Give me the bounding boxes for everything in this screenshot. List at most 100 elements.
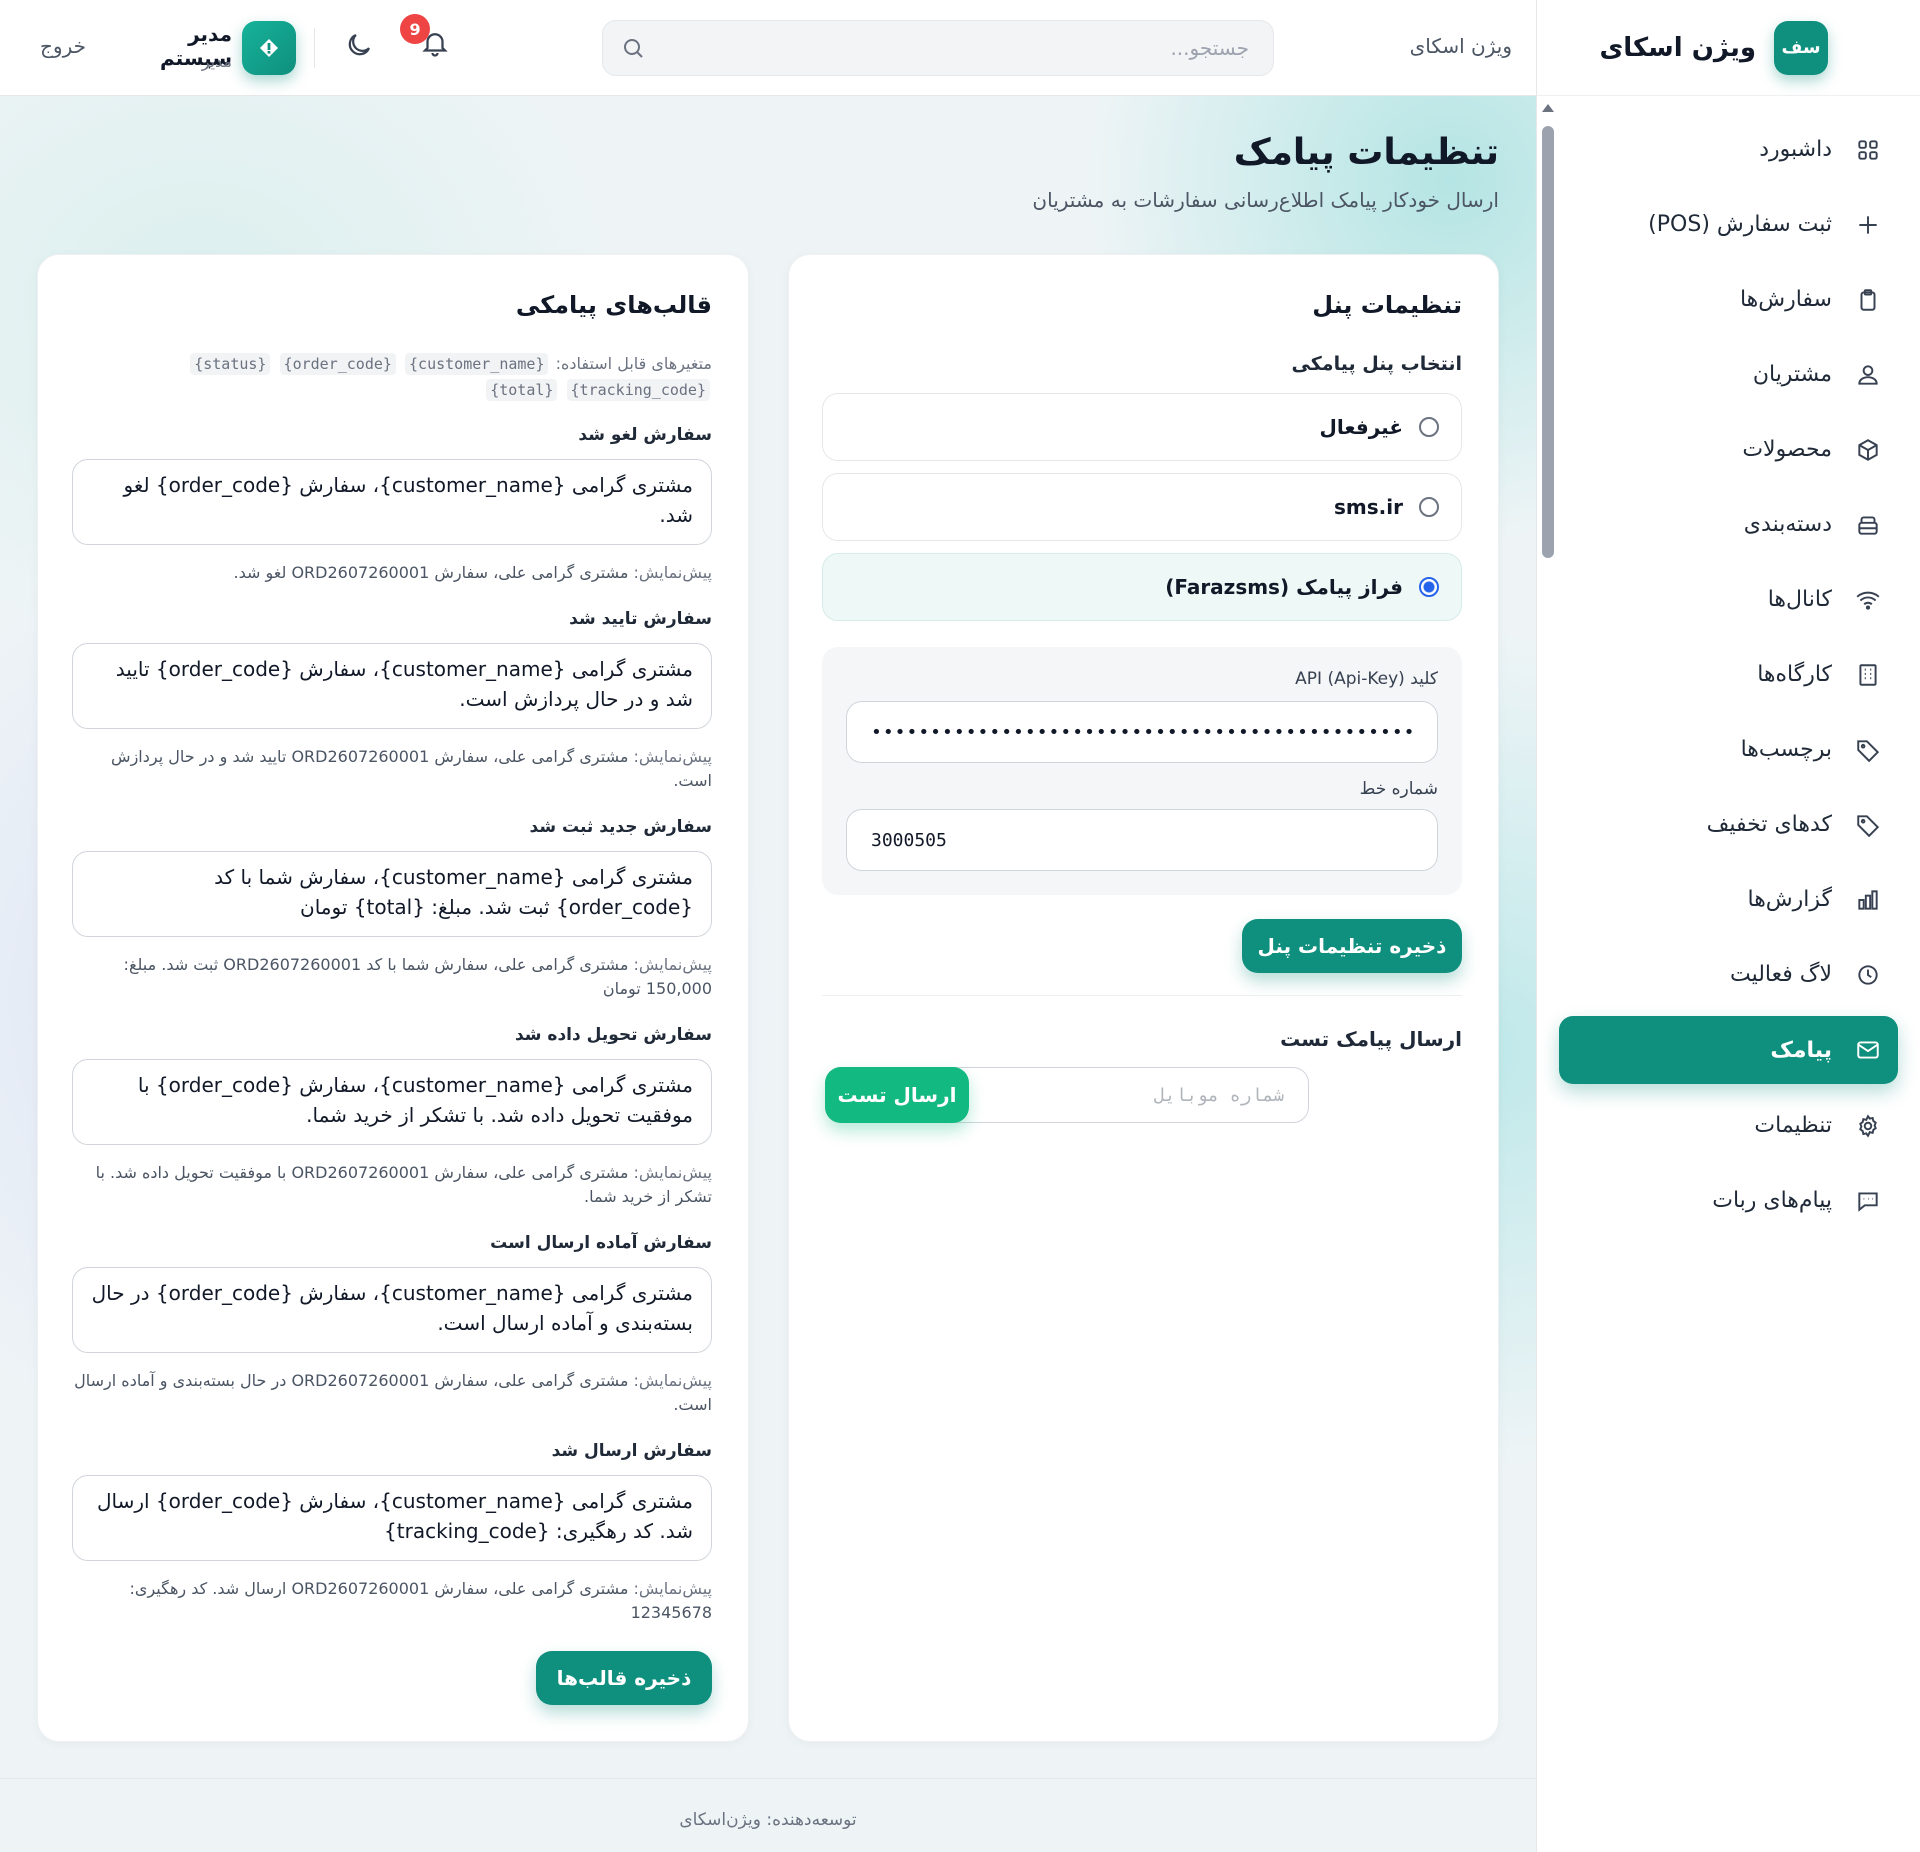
variable-chip: {tracking_code} — [566, 379, 710, 401]
template-textarea[interactable]: مشتری گرامی {customer_name}، سفارش {orde… — [72, 459, 712, 545]
sidebar-item-customers[interactable]: مشتریان — [1537, 337, 1920, 412]
brand[interactable]: سف ویژن اسکای — [1537, 0, 1920, 96]
sidebar-item-bot-messages[interactable]: پیام‌های ربات — [1537, 1163, 1920, 1238]
template-label: سفارش لغو شد — [578, 425, 712, 445]
page-title: تنظیمات پیامک — [1233, 132, 1499, 173]
sidebar-item-workshops[interactable]: کارگاه‌ها — [1537, 637, 1920, 712]
template-label: سفارش آماده ارسال است — [490, 1233, 712, 1253]
variable-chip: {order_code} — [279, 353, 396, 375]
radio-label: غیرفعال — [1319, 415, 1403, 439]
sidebar-item-categories[interactable]: دسته‌بندی — [1537, 487, 1920, 562]
resize-grip-icon[interactable] — [77, 1130, 89, 1142]
sidebar-item-labels[interactable]: برچسب‌ها — [1537, 712, 1920, 787]
logout-link[interactable]: خروج — [40, 34, 86, 58]
template-preview: پیش‌نمایش: مشتری گرامی علی، سفارش ORD260… — [72, 561, 712, 585]
brand-logo: سف — [1774, 20, 1828, 75]
moon-icon[interactable] — [342, 30, 374, 62]
tag-icon — [1854, 811, 1882, 839]
preview-text: مشتری گرامی علی، سفارش ORD2607260001 ارس… — [129, 1579, 712, 1622]
variables-hint: متغیرهای قابل استفاده: {customer_name} {… — [112, 351, 712, 403]
sidebar-item-products[interactable]: محصولات — [1537, 412, 1920, 487]
clock-icon — [1854, 961, 1882, 989]
footer-text: توسعه‌دهنده: ویژن‌اسکای — [679, 1810, 857, 1830]
preview-text: مشتری گرامی علی، سفارش ORD2607260001 تای… — [111, 747, 712, 790]
plus-icon — [1854, 211, 1882, 239]
radio-option-smsir[interactable]: sms.ir — [822, 473, 1462, 541]
notification-badge: 9 — [400, 14, 430, 44]
api-key-input[interactable] — [846, 701, 1438, 763]
save-templates-button[interactable]: ذخیره قالب‌ها — [536, 1651, 712, 1705]
resize-grip-icon[interactable] — [77, 1338, 89, 1350]
panel-settings-title: تنظیمات پنل — [1312, 291, 1462, 319]
sidebar-item-label: برچسب‌ها — [1740, 737, 1832, 762]
radio-button[interactable] — [1419, 417, 1439, 437]
user-avatar[interactable] — [242, 21, 296, 75]
template-label: سفارش ارسال شد — [551, 1441, 712, 1461]
radio-label: فراز پیامک (Farazsms) — [1165, 575, 1403, 599]
tag-icon — [1854, 736, 1882, 764]
sidebar-item-activity-log[interactable]: لاگ فعالیت — [1537, 937, 1920, 1012]
users-icon — [1854, 361, 1882, 389]
resize-grip-icon[interactable] — [77, 922, 89, 934]
template-label: سفارش تایید شد — [569, 609, 712, 629]
search-box[interactable] — [602, 20, 1274, 76]
save-panel-button[interactable]: ذخیره تنظیمات پنل — [1242, 919, 1462, 973]
layers-icon — [1854, 511, 1882, 539]
template-preview: پیش‌نمایش: مشتری گرامی علی، سفارش ORD260… — [72, 1161, 712, 1209]
sidebar-item-pos[interactable]: ثبت سفارش (POS) — [1537, 187, 1920, 262]
sidebar-item-label: دسته‌بندی — [1743, 512, 1832, 537]
template-text: مشتری گرامی {customer_name}، سفارش {orde… — [123, 473, 693, 527]
resize-grip-icon[interactable] — [77, 714, 89, 726]
search-input[interactable] — [663, 21, 1273, 75]
building-icon — [1854, 661, 1882, 689]
line-number-label: شماره خط — [1359, 779, 1438, 799]
sidebar-item-label: لاگ فعالیت — [1729, 962, 1832, 987]
template-textarea[interactable]: مشتری گرامی {customer_name}، سفارش شما ب… — [72, 851, 712, 937]
radio-button[interactable] — [1419, 497, 1439, 517]
scroll-thumb[interactable] — [1542, 126, 1554, 558]
sidebar-item-orders[interactable]: سفارش‌ها — [1537, 262, 1920, 337]
sidebar-item-dashboard[interactable]: داشبورد — [1537, 112, 1920, 187]
api-key-label: کلید API (Api-Key) — [1295, 669, 1438, 689]
sidebar-item-reports[interactable]: گزارش‌ها — [1537, 862, 1920, 937]
grid-icon — [1854, 136, 1882, 164]
sidebar-item-label: کدهای تخفیف — [1706, 812, 1832, 837]
sidebar-scrollbar[interactable] — [1537, 96, 1559, 1852]
template-textarea[interactable]: مشتری گرامی {customer_name}، سفارش {orde… — [72, 1267, 712, 1353]
bar-chart-icon — [1854, 886, 1882, 914]
radio-option-disabled[interactable]: غیرفعال — [822, 393, 1462, 461]
header-divider — [314, 28, 315, 68]
template-textarea[interactable]: مشتری گرامی {customer_name}، سفارش {orde… — [72, 1475, 712, 1561]
preview-label: پیش‌نمایش: — [633, 747, 713, 766]
template-delivered: سفارش تحویل داده شد مشتری گرامی {custome… — [72, 1025, 712, 1209]
sidebar-item-label: کارگاه‌ها — [1757, 662, 1832, 687]
sidebar-item-discounts[interactable]: کدهای تخفیف — [1537, 787, 1920, 862]
preview-text: مشتری گرامی علی، سفارش ORD2607260001 لغو… — [233, 563, 629, 582]
sidebar-item-label: تنظیمات — [1754, 1113, 1832, 1138]
template-label: سفارش تحویل داده شد — [514, 1025, 712, 1045]
variable-chip: {total} — [486, 379, 558, 401]
variables-label: متغیرهای قابل استفاده: — [555, 354, 712, 373]
line-number-input[interactable] — [846, 809, 1438, 871]
sidebar-item-settings[interactable]: تنظیمات — [1537, 1088, 1920, 1163]
templates-card: قالب‌های پیامکی متغیرهای قابل استفاده: {… — [37, 254, 749, 1742]
radio-button-selected[interactable] — [1419, 577, 1439, 597]
scroll-up-arrow[interactable] — [1542, 104, 1554, 112]
template-textarea[interactable]: مشتری گرامی {customer_name}، سفارش {orde… — [72, 1059, 712, 1145]
section-divider — [822, 995, 1462, 996]
template-ready-to-ship: سفارش آماده ارسال است مشتری گرامی {custo… — [72, 1233, 712, 1417]
chat-icon — [1854, 1187, 1882, 1215]
sidebar-item-channels[interactable]: کانال‌ها — [1537, 562, 1920, 637]
brand-name: ویژن اسکای — [1599, 32, 1756, 63]
variable-chip: {customer_name} — [405, 353, 549, 375]
send-test-button[interactable]: ارسال تست — [825, 1067, 969, 1123]
template-textarea[interactable]: مشتری گرامی {customer_name}، سفارش {orde… — [72, 643, 712, 729]
sidebar-item-sms[interactable]: پیامک — [1559, 1016, 1898, 1084]
template-preview: پیش‌نمایش: مشتری گرامی علی، سفارش ORD260… — [72, 745, 712, 793]
resize-grip-icon[interactable] — [77, 1546, 89, 1558]
variable-chip: {status} — [190, 353, 271, 375]
resize-grip-icon[interactable] — [77, 530, 89, 542]
radio-option-farazsms[interactable]: فراز پیامک (Farazsms) — [822, 553, 1462, 621]
preview-label: پیش‌نمایش: — [633, 1579, 713, 1598]
template-confirmed: سفارش تایید شد مشتری گرامی {customer_nam… — [72, 609, 712, 793]
